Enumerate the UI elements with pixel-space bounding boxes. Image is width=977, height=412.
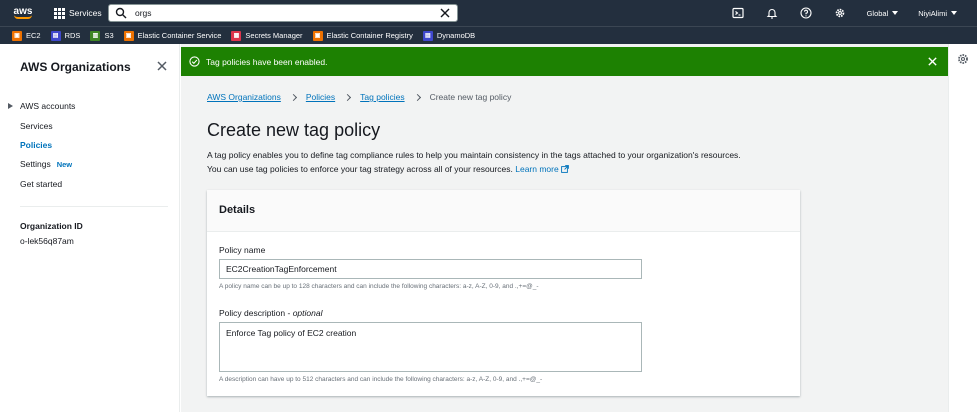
service-icon: ▦ xyxy=(231,30,242,41)
details-panel-header: Details xyxy=(207,190,800,232)
sidebar-divider xyxy=(20,206,168,207)
organization-id-label: Organization ID xyxy=(20,221,83,231)
close-icon[interactable] xyxy=(156,60,168,72)
clear-search-icon[interactable] xyxy=(439,7,451,19)
main-content: Tag policies have been enabled. AWS Orga… xyxy=(181,44,948,412)
favorite-elastic-container-registry[interactable]: ▣ Elastic Container Registry xyxy=(312,30,413,41)
chevron-right-icon xyxy=(289,93,297,101)
page-title: Create new tag policy xyxy=(207,120,381,140)
page-description: A tag policy enables you to define tag c… xyxy=(207,148,807,176)
account-label: NiyiAlimi xyxy=(918,8,947,18)
breadcrumb-tag-policies[interactable]: Tag policies xyxy=(360,92,404,102)
grid-icon xyxy=(54,7,65,19)
nav-right: Global NiyiAlimi xyxy=(721,0,967,26)
learn-more-label: Learn more xyxy=(515,164,559,174)
sidebar-item-settings[interactable]: Settings New xyxy=(20,159,72,169)
services-label: Services xyxy=(69,8,102,18)
region-selector[interactable]: Global xyxy=(857,9,909,18)
favorite-s3[interactable]: ▥ S3 xyxy=(90,30,114,41)
settings-button[interactable] xyxy=(823,0,857,26)
details-panel: Details Policy name A policy name can be… xyxy=(207,190,800,396)
favorite-rds[interactable]: ▤ RDS xyxy=(50,30,81,41)
aws-logo[interactable]: aws xyxy=(4,0,42,26)
chevron-right-icon xyxy=(344,93,352,101)
policy-name-hint: A policy name can be up to 128 character… xyxy=(219,283,539,290)
favorite-dynamodb[interactable]: ▤ DynamoDB xyxy=(422,30,476,41)
organization-id-value: o-lek56q87am xyxy=(20,236,74,246)
policy-description-label: Policy description - optional xyxy=(219,308,323,318)
new-badge: New xyxy=(56,160,73,169)
details-title: Details xyxy=(219,204,256,216)
policy-name-label: Policy name xyxy=(219,245,266,255)
service-icon: ▥ xyxy=(90,30,101,41)
sidebar: AWS Organizations AWS accounts Services … xyxy=(0,44,180,412)
help-button[interactable] xyxy=(789,0,823,26)
sidebar-item-label: Settings xyxy=(20,159,51,169)
favorite-label: DynamoDB xyxy=(436,31,476,40)
account-menu[interactable]: NiyiAlimi xyxy=(908,9,967,18)
service-icon: ▣ xyxy=(12,30,22,41)
favorite-label: Secrets Manager xyxy=(245,31,303,40)
policy-description-label-text: Policy description xyxy=(219,308,286,318)
caret-right-icon[interactable] xyxy=(8,103,13,109)
favorites-bar: ▣ EC2 ▤ RDS ▥ S3 ▣ Elastic Container Service ▦ Se… xyxy=(0,26,977,44)
search-box xyxy=(108,4,458,22)
close-icon[interactable] xyxy=(927,56,938,67)
favorite-label: S3 xyxy=(104,31,114,40)
sidebar-item-services[interactable]: Services xyxy=(20,121,53,131)
learn-more-link[interactable]: Learn more xyxy=(515,164,569,174)
flash-message: Tag policies have been enabled. xyxy=(206,56,328,67)
breadcrumb-current: Create new tag policy xyxy=(429,92,512,102)
search-input[interactable] xyxy=(135,8,435,18)
chevron-down-icon xyxy=(951,11,957,15)
info-panel-icon[interactable] xyxy=(957,53,969,65)
help-icon xyxy=(800,7,812,19)
favorite-label: Elastic Container Registry xyxy=(326,31,413,40)
sidebar-item-aws-accounts[interactable]: AWS accounts xyxy=(20,101,75,111)
breadcrumb-aws-organizations[interactable]: AWS Organizations xyxy=(207,92,281,102)
sidebar-item-policies[interactable]: Policies xyxy=(20,140,52,150)
aws-smile-icon xyxy=(14,15,32,19)
optional-label: optional xyxy=(292,308,323,318)
policy-description-hint: A description can have up to 512 charact… xyxy=(219,376,543,383)
bell-icon xyxy=(766,9,777,19)
sidebar-title: AWS Organizations xyxy=(20,60,131,74)
favorite-label: EC2 xyxy=(26,31,41,40)
favorite-elastic-container-service[interactable]: ▣ Elastic Container Service xyxy=(123,30,222,41)
cloudshell-button[interactable] xyxy=(721,0,755,26)
top-navigation: aws Services orgs Global NiyiAlimi xyxy=(0,0,977,26)
favorite-secrets-manager[interactable]: ▦ Secrets Manager xyxy=(231,30,303,41)
description-line-2: You can use tag policies to enforce your… xyxy=(207,162,807,176)
chevron-down-icon xyxy=(892,11,899,15)
check-circle-icon xyxy=(189,56,200,67)
notifications-button[interactable] xyxy=(755,0,789,26)
search-icon xyxy=(115,7,127,19)
success-flash-banner: Tag policies have been enabled. xyxy=(181,47,948,76)
breadcrumb: AWS Organizations Policies Tag policies … xyxy=(207,92,511,102)
sidebar-item-get-started[interactable]: Get started xyxy=(20,179,62,189)
chevron-right-icon xyxy=(413,93,421,101)
gear-icon xyxy=(835,8,844,18)
policy-name-input[interactable] xyxy=(219,259,642,279)
favorite-label: RDS xyxy=(64,31,81,40)
breadcrumb-policies[interactable]: Policies xyxy=(306,92,335,102)
service-icon: ▤ xyxy=(50,30,61,41)
favorite-label: Elastic Container Service xyxy=(137,31,222,40)
external-link-icon xyxy=(560,165,569,173)
policy-description-textarea[interactable]: Enforce Tag policy of EC2 creation xyxy=(219,322,642,372)
services-menu-button[interactable]: Services xyxy=(54,7,102,19)
right-rail xyxy=(948,44,977,412)
cloudshell-icon xyxy=(731,7,744,19)
description-line-1: A tag policy enables you to define tag c… xyxy=(207,150,741,160)
service-icon: ▤ xyxy=(422,30,433,41)
service-icon: ▣ xyxy=(312,30,323,41)
favorite-ec2[interactable]: ▣ EC2 xyxy=(12,30,41,41)
region-label: Global xyxy=(866,8,889,18)
description-line-2-text: You can use tag policies to enforce your… xyxy=(207,164,513,174)
service-icon: ▣ xyxy=(123,30,134,41)
